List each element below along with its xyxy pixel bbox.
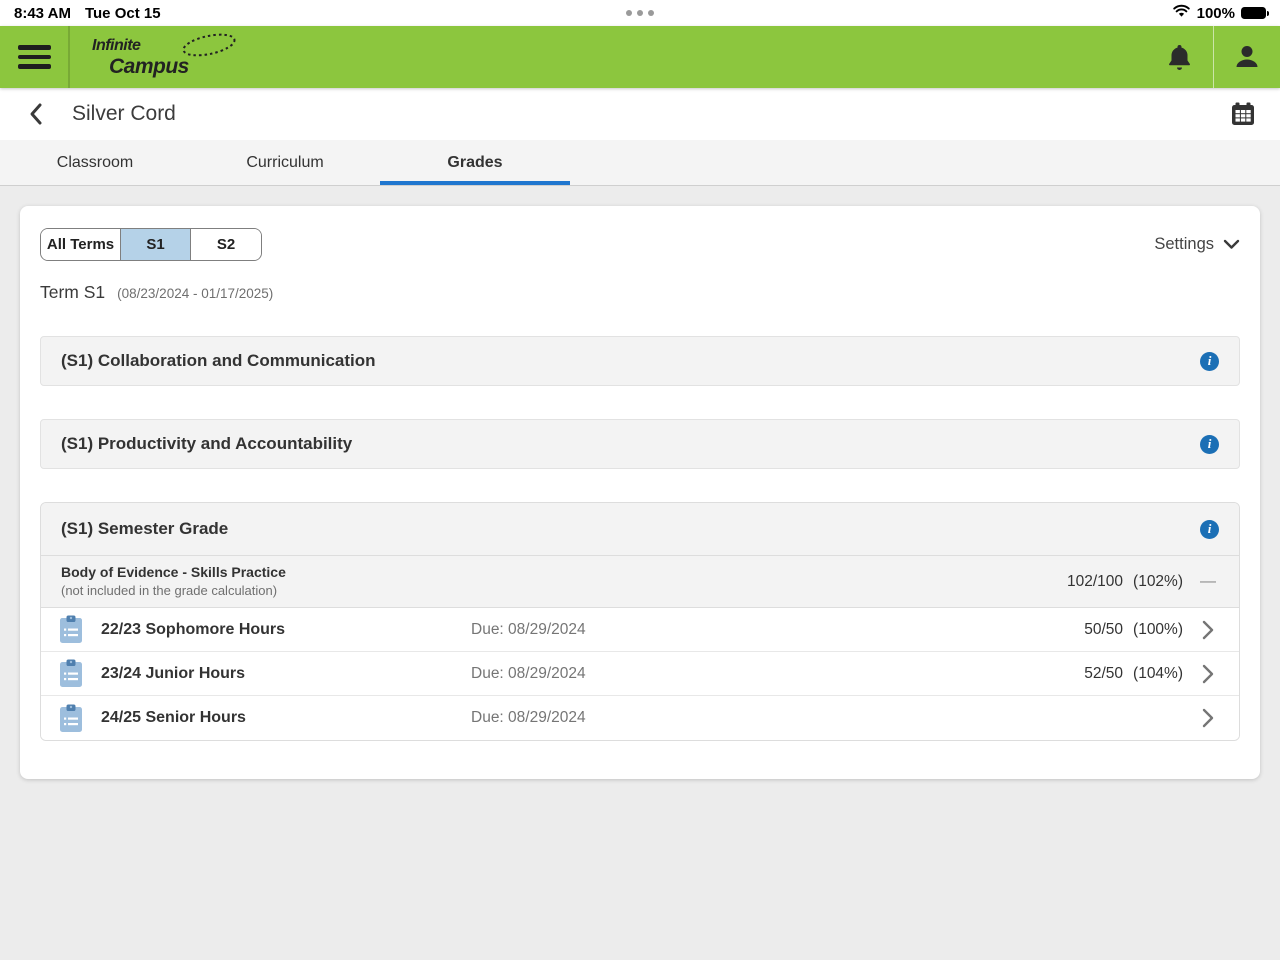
section-title: (S1) Collaboration and Communication xyxy=(61,351,376,370)
term-button-s1[interactable]: S1 xyxy=(121,229,191,260)
assignment-title: 22/23 Sophomore Hours xyxy=(101,620,286,638)
logo-swirl-icon xyxy=(182,33,236,56)
assignment-due-date: Due: 08/29/2024 xyxy=(471,709,586,726)
assignment-row-senior-hours[interactable]: 24/25 Senior Hours Due: 08/29/2024 xyxy=(41,696,1239,740)
section-collaboration-communication[interactable]: (S1) Collaboration and Communication i xyxy=(40,336,1240,386)
assignment-due-date: Due: 08/29/2024 xyxy=(471,620,586,638)
term-info: Term S1 (08/23/2024 - 01/17/2025) xyxy=(40,282,1240,303)
status-time: 8:43 AM xyxy=(14,4,71,22)
hamburger-menu-icon[interactable] xyxy=(0,26,68,88)
grades-toolbar: All Terms S1 S2 Settings xyxy=(40,228,1240,261)
assignment-clipboard-icon xyxy=(59,704,83,733)
tab-bar: Classroom Curriculum Grades xyxy=(0,140,1280,186)
term-button-all-terms[interactable]: All Terms xyxy=(41,229,121,260)
grades-card: All Terms S1 S2 Settings Term S1 (08/23/… xyxy=(20,206,1260,779)
chevron-left-icon xyxy=(30,103,42,125)
tab-classroom[interactable]: Classroom xyxy=(0,140,190,185)
assignment-score: 50/50 xyxy=(1084,620,1124,638)
category-percent: (102%) xyxy=(1133,572,1183,590)
term-name: Term S1 xyxy=(40,282,106,302)
user-profile-button[interactable] xyxy=(1214,26,1280,88)
assignment-title: 24/25 Senior Hours xyxy=(101,709,246,726)
assignment-score: 52/50 xyxy=(1084,664,1124,682)
settings-label: Settings xyxy=(1154,235,1214,253)
info-icon[interactable]: i xyxy=(1200,434,1219,454)
semester-grade-group: (S1) Semester Grade i Body of Evidence -… xyxy=(40,502,1240,741)
assignment-clipboard-icon xyxy=(59,615,83,644)
logo-text-infinite: Infinite xyxy=(92,36,141,54)
bell-icon xyxy=(1169,45,1190,70)
assignment-percent: (104%) xyxy=(1133,664,1183,682)
battery-icon xyxy=(1241,7,1269,19)
multitasking-dots-icon xyxy=(626,10,654,16)
assignment-clipboard-icon xyxy=(59,659,83,688)
header-divider xyxy=(68,26,70,88)
category-note: (not included in the grade calculation) xyxy=(61,583,278,599)
app-header: Infinite Campus xyxy=(0,26,1280,88)
status-bar: 8:43 AM Tue Oct 15 100% xyxy=(0,0,1280,26)
assignment-row-junior-hours[interactable]: 23/24 Junior Hours Due: 08/29/2024 52/50… xyxy=(41,652,1239,696)
infinite-campus-logo: Infinite Campus xyxy=(92,33,236,77)
tab-grades[interactable]: Grades xyxy=(380,140,570,185)
chevron-right-icon xyxy=(1202,664,1214,683)
info-icon[interactable]: i xyxy=(1200,519,1219,539)
collapse-dash-icon[interactable]: — xyxy=(1197,573,1219,591)
category-name: Body of Evidence - Skills Practice xyxy=(61,564,286,581)
category-score: 102/100 xyxy=(1067,572,1124,590)
settings-dropdown[interactable]: Settings xyxy=(1154,235,1240,254)
assignment-due-date: Due: 08/29/2024 xyxy=(471,664,586,682)
section-title: (S1) Productivity and Accountability xyxy=(61,434,353,453)
assignment-percent: (100%) xyxy=(1133,620,1183,638)
term-button-s2[interactable]: S2 xyxy=(191,229,261,260)
calendar-button[interactable] xyxy=(1226,97,1260,131)
calendar-icon xyxy=(1232,102,1254,125)
back-button[interactable] xyxy=(20,97,54,131)
chevron-down-icon xyxy=(1223,239,1240,249)
info-icon[interactable]: i xyxy=(1200,351,1219,371)
assignment-title: 23/24 Junior Hours xyxy=(101,664,246,682)
notifications-button[interactable] xyxy=(1147,26,1213,88)
chevron-right-icon xyxy=(1202,708,1214,728)
term-date-range: (08/23/2024 - 01/17/2025) xyxy=(117,286,274,301)
battery-percent: 100% xyxy=(1196,4,1235,22)
wifi-icon xyxy=(1172,4,1191,22)
status-date: Tue Oct 15 xyxy=(84,4,161,22)
assignment-row-sophomore-hours[interactable]: 22/23 Sophomore Hours Due: 08/29/2024 50… xyxy=(41,608,1239,652)
section-title: (S1) Semester Grade xyxy=(61,519,229,538)
person-icon xyxy=(1236,46,1258,67)
section-semester-grade[interactable]: (S1) Semester Grade i xyxy=(41,503,1239,556)
section-productivity-accountability[interactable]: (S1) Productivity and Accountability i xyxy=(40,419,1240,469)
page-title: Silver Cord xyxy=(72,102,176,125)
title-bar: Silver Cord xyxy=(0,88,1280,140)
chevron-right-icon xyxy=(1202,620,1214,639)
tab-curriculum[interactable]: Curriculum xyxy=(190,140,380,185)
term-segmented-control: All Terms S1 S2 xyxy=(40,228,262,261)
category-row-body-of-evidence[interactable]: Body of Evidence - Skills Practice (not … xyxy=(41,556,1239,608)
